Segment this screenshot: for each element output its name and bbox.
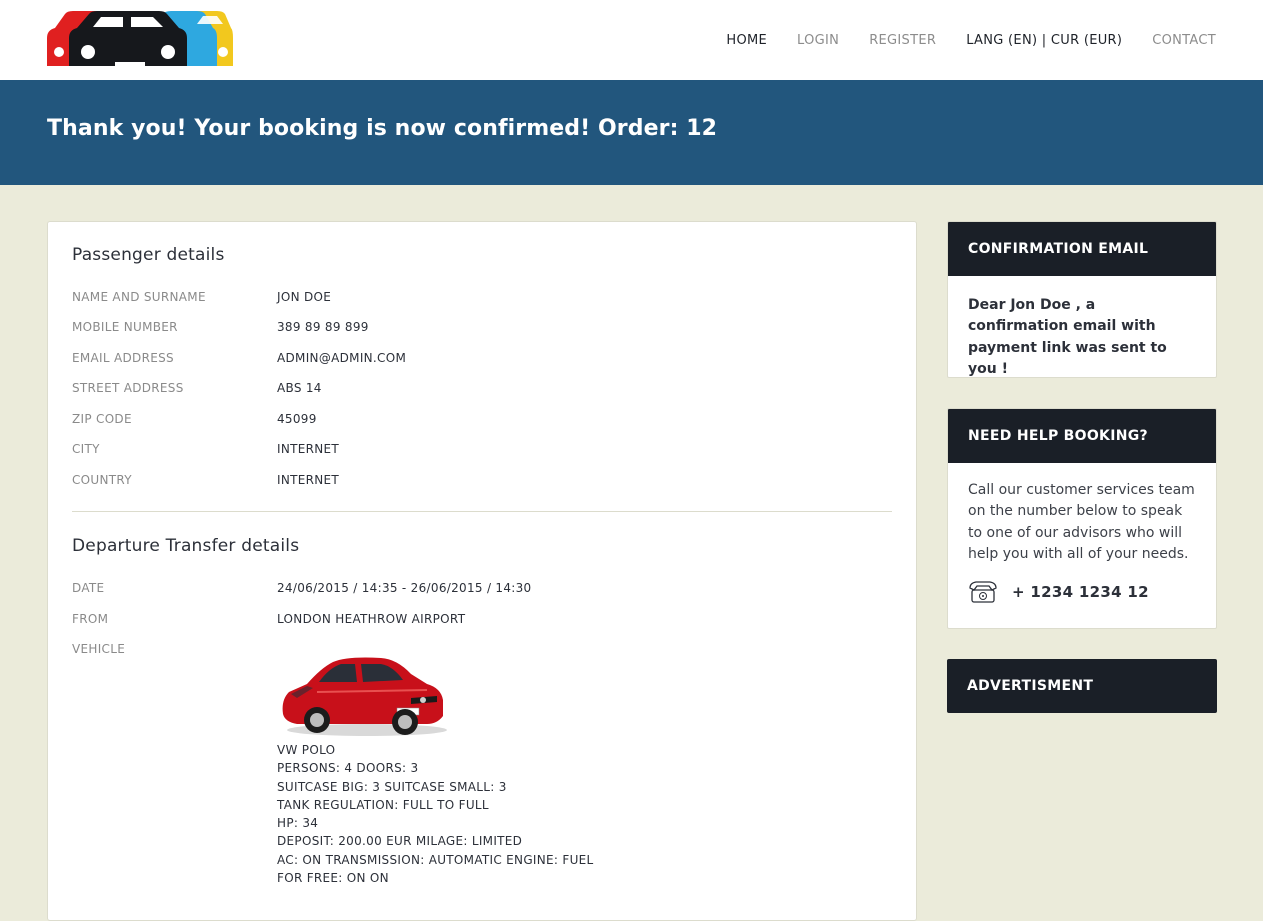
vehicle-spec-free: FOR FREE: ON ON — [277, 871, 389, 886]
zip-label: ZIP CODE — [72, 412, 132, 426]
email-value: ADMIN@ADMIN.COM — [277, 351, 407, 365]
confirmation-banner: Thank you! Your booking is now confirmed… — [0, 80, 1263, 185]
advertisment-title: ADVERTISMENT — [947, 659, 1217, 713]
vehicle-spec-ac: AC: ON TRANSMISSION: AUTOMATIC ENGINE: F… — [277, 852, 594, 867]
vehicle-model: VW POLO — [277, 743, 336, 757]
section-divider — [72, 511, 892, 512]
confirmation-email-title: CONFIRMATION EMAIL — [948, 222, 1216, 276]
date-label: DATE — [72, 581, 105, 595]
main-nav: HOME LOGIN REGISTER LANG (EN) | CUR (EUR… — [696, 30, 1216, 50]
email-label: EMAIL ADDRESS — [72, 351, 174, 365]
passenger-details-title: Passenger details — [72, 245, 225, 265]
from-label: FROM — [72, 612, 109, 626]
zip-value: 45099 — [277, 412, 317, 426]
vw-polo-car-image — [282, 657, 447, 736]
name-value: JON DOE — [277, 290, 332, 304]
from-value: LONDON HEATHROW AIRPORT — [277, 612, 466, 626]
nav-contact[interactable]: CONTACT — [1152, 33, 1216, 48]
name-label: NAME AND SURNAME — [72, 290, 206, 304]
city-value: INTERNET — [277, 442, 340, 456]
nav-register[interactable]: REGISTER — [869, 33, 936, 48]
vehicle-spec-suitcases: SUITCASE BIG: 3 SUITCASE SMALL: 3 — [277, 779, 507, 794]
booking-details-card: Passenger details NAME AND SURNAME JON D… — [47, 221, 917, 921]
vehicle-spec-deposit: DEPOSIT: 200.00 EUR MILAGE: LIMITED — [277, 834, 523, 849]
phone-row: + 1234 1234 12 — [968, 580, 1196, 604]
advertisment-box: ADVERTISMENT — [947, 659, 1217, 713]
departure-details-title: Departure Transfer details — [72, 536, 300, 556]
street-value: ABS 14 — [277, 381, 322, 395]
vehicle-spec-persons: PERSONS: 4 DOORS: 3 — [277, 761, 419, 776]
vehicle-spec-hp: HP: 34 — [277, 816, 319, 831]
help-booking-body: Call our customer services team on the n… — [948, 463, 1216, 624]
top-navbar: HOME LOGIN REGISTER LANG (EN) | CUR (EUR… — [0, 0, 1263, 80]
street-label: STREET ADDRESS — [72, 381, 184, 395]
vehicle-specs: VW POLO PERSONS: 4 DOORS: 3 SUITCASE BIG… — [277, 741, 594, 887]
nav-login[interactable]: LOGIN — [797, 33, 839, 48]
help-booking-text: Call our customer services team on the n… — [968, 482, 1195, 562]
country-label: COUNTRY — [72, 473, 132, 487]
nav-home[interactable]: HOME — [726, 33, 767, 48]
mobile-value: 389 89 89 899 — [277, 320, 369, 334]
confirmation-email-text: Dear Jon Doe , a confirmation email with… — [968, 297, 1167, 377]
confirmation-email-box: CONFIRMATION EMAIL Dear Jon Doe , a conf… — [947, 221, 1217, 378]
country-value: INTERNET — [277, 473, 340, 487]
mobile-label: MOBILE NUMBER — [72, 320, 178, 334]
vehicle-spec-tank: TANK REGULATION: FULL TO FULL — [277, 797, 489, 812]
help-booking-title: NEED HELP BOOKING? — [948, 409, 1216, 463]
telephone-icon — [969, 581, 997, 603]
page-title: Thank you! Your booking is now confirmed… — [47, 116, 718, 141]
car-logo-icon[interactable] — [47, 10, 233, 70]
date-value: 24/06/2015 / 14:35 - 26/06/2015 / 14:30 — [277, 581, 532, 595]
phone-number[interactable]: + 1234 1234 12 — [1012, 582, 1149, 603]
nav-lang-currency[interactable]: LANG (EN) | CUR (EUR) — [966, 33, 1122, 48]
help-booking-box: NEED HELP BOOKING? Call our customer ser… — [947, 408, 1217, 629]
city-label: CITY — [72, 442, 100, 456]
vehicle-label: VEHICLE — [72, 642, 126, 656]
